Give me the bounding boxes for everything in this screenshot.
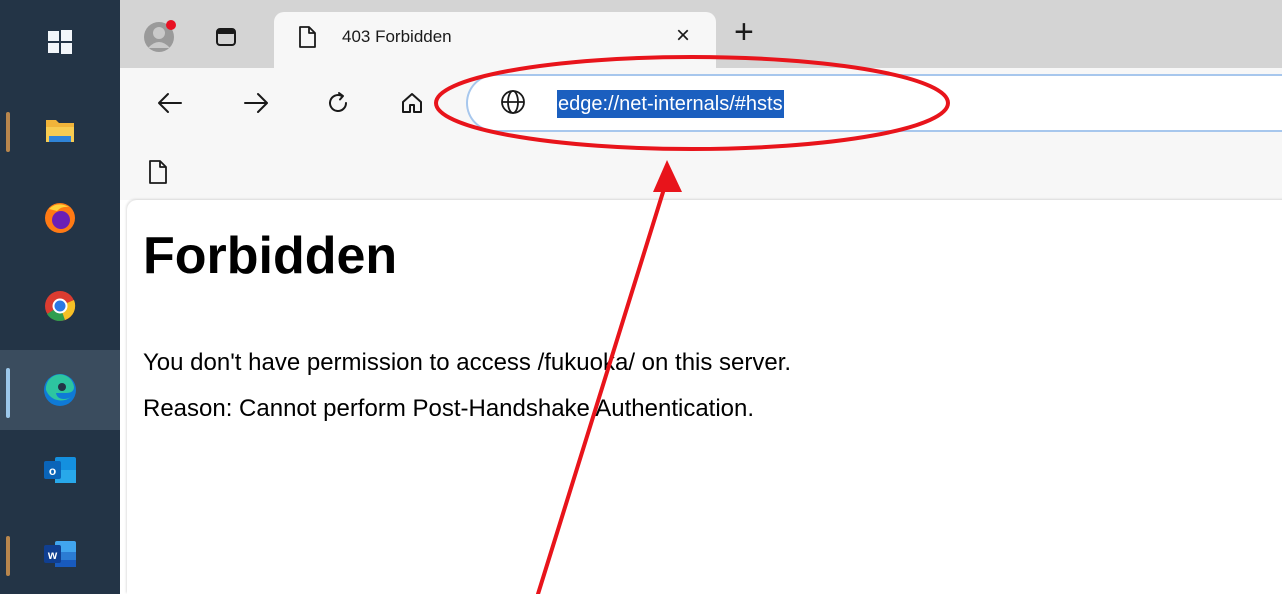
taskbar-item-edge[interactable] [0,350,120,430]
error-reason: Reason: Cannot perform Post-Handshake Au… [143,395,755,422]
word-icon: w [44,541,76,567]
page-icon [299,26,316,48]
page-title: Forbidden [143,227,398,285]
back-arrow-icon [158,93,182,113]
refresh-icon [329,92,347,112]
edge-icon [44,374,76,406]
tab-active[interactable] [274,12,716,68]
home-button[interactable] [392,83,432,123]
home-icon [402,93,422,113]
chrome-icon [45,291,76,321]
globe-icon [501,90,525,114]
running-indicator [6,112,10,152]
favorites-bar [120,140,1282,200]
outlook-icon: o [44,457,76,483]
svg-text:w: w [47,548,58,562]
windows-start-icon [48,30,72,54]
profile-avatar-icon[interactable] [142,18,180,56]
taskbar-item-outlook[interactable]: o [0,430,120,510]
start-button[interactable] [0,2,120,82]
screenshot-root: o w 403 Forbidden × + edge://net-interna… [0,0,1282,594]
back-button[interactable] [150,83,190,123]
taskbar-item-chrome[interactable] [0,266,120,346]
forward-arrow-icon [244,93,268,113]
tab-close-button[interactable]: × [676,24,690,48]
error-message: You don't have permission to access /fuk… [143,349,792,376]
taskbar-item-word[interactable]: w [0,514,120,594]
running-indicator [6,536,10,576]
tab-title[interactable]: 403 Forbidden [342,27,452,47]
address-bar-url[interactable]: edge://net-internals/#hsts [557,90,784,118]
refresh-button[interactable] [318,83,358,123]
taskbar-item-file-explorer[interactable] [0,90,120,170]
taskbar-item-firefox[interactable] [0,178,120,258]
new-tab-button[interactable]: + [734,15,754,49]
windows-taskbar: o w [0,0,120,594]
active-indicator [6,368,10,418]
file-explorer-icon [46,120,74,142]
tab-actions-icon[interactable] [214,25,238,49]
firefox-icon [45,203,75,233]
svg-text:o: o [49,464,56,478]
forward-button[interactable] [236,83,276,123]
favorite-page-icon[interactable] [148,160,168,184]
